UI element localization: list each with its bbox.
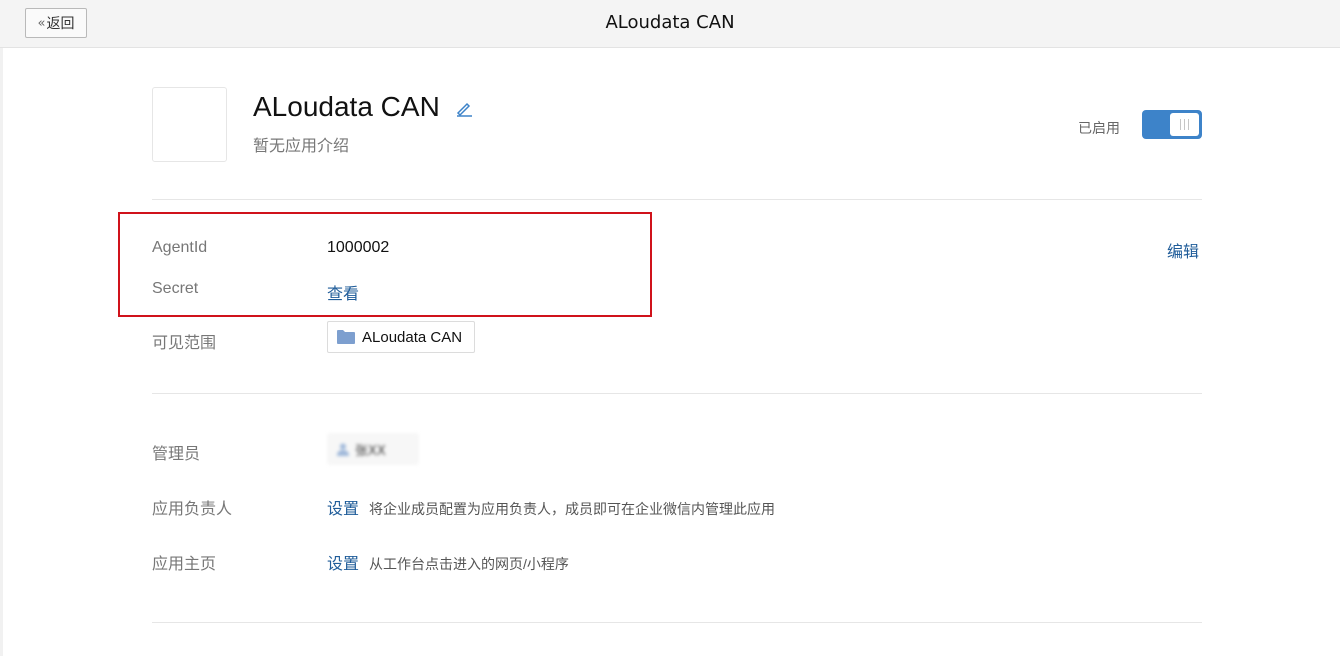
homepage-row: 设置 从工作台点击进入的网页/小程序 <box>327 550 569 574</box>
admin-label: 管理员 <box>152 446 201 463</box>
person-icon <box>337 443 349 456</box>
view-secret-link[interactable]: 查看 <box>327 280 359 304</box>
divider <box>152 199 1202 200</box>
admin-chip[interactable]: 张XX <box>327 433 419 465</box>
highlight-box <box>118 212 652 317</box>
page-title: ALoudata CAN <box>605 12 735 33</box>
agentid-label: AgentId <box>152 239 208 256</box>
owner-hint: 将企业成员配置为应用负责人，成员即可在企业微信内管理此应用 <box>369 501 776 517</box>
secret-label: Secret <box>152 280 199 297</box>
homepage-hint: 从工作台点击进入的网页/小程序 <box>369 556 569 572</box>
app-name: ALoudata CAN <box>253 91 440 122</box>
visibility-label: 可见范围 <box>152 335 217 352</box>
owner-row: 设置 将企业成员配置为应用负责人，成员即可在企业微信内管理此应用 <box>327 495 775 519</box>
visibility-scope-name: ALoudata CAN <box>362 328 463 346</box>
homepage-set-link[interactable]: 设置 <box>327 550 359 574</box>
divider <box>152 393 1202 394</box>
enable-toggle[interactable] <box>1142 110 1202 139</box>
visibility-scope-chip[interactable]: ALoudata CAN <box>327 321 476 353</box>
app-description: 暂无应用介绍 <box>253 136 350 155</box>
app-logo[interactable] <box>152 87 227 162</box>
owner-label: 应用负责人 <box>152 501 233 518</box>
owner-set-link[interactable]: 设置 <box>327 495 359 519</box>
pencil-icon[interactable] <box>455 99 473 117</box>
homepage-label: 应用主页 <box>152 556 217 573</box>
divider <box>152 622 1202 623</box>
admin-name: 张XX <box>355 443 386 459</box>
enabled-status-label: 已启用 <box>1078 121 1120 137</box>
toggle-knob <box>1170 113 1199 136</box>
top-bar: « 返回 ALoudata CAN <box>0 0 1340 48</box>
agentid-value: 1000002 <box>327 239 390 256</box>
folder-icon <box>337 330 355 344</box>
edit-credentials-link[interactable]: 编辑 <box>1167 238 1199 262</box>
